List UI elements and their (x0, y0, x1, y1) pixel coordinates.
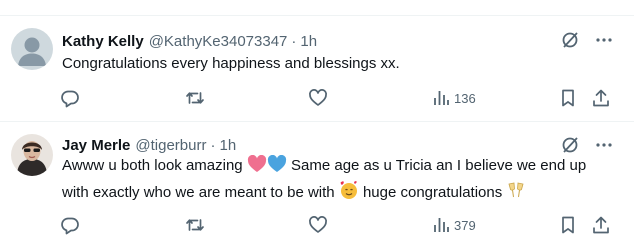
repost-icon (186, 92, 204, 104)
previous-post-divider (0, 0, 634, 16)
post-header: Jay Merle @tigerburr · 1h (62, 135, 236, 155)
post-text: Awww u both look amazing Same age as u T… (62, 154, 602, 207)
post-jay-merle[interactable]: Jay Merle @tigerburr · 1h Awww u both lo… (0, 122, 634, 249)
post-header: Kathy Kelly @KathyKe34073347 · 1h (62, 31, 317, 51)
default-avatar-icon (11, 28, 53, 70)
timestamp[interactable]: 1h (300, 33, 317, 50)
timeline: Kathy Kelly @KathyKe34073347 · 1h Congra… (0, 0, 634, 249)
views-icon (434, 218, 449, 232)
like-button[interactable] (308, 213, 328, 237)
bookmark-icon (562, 89, 574, 107)
views-button[interactable]: 379 (432, 213, 476, 237)
share-button[interactable] (591, 213, 611, 237)
bookmark-button[interactable] (558, 213, 578, 237)
author-handle[interactable]: @tigerburr (135, 137, 206, 154)
reply-button[interactable] (60, 86, 80, 110)
like-button[interactable] (308, 86, 328, 110)
post-top-actions (560, 135, 614, 155)
separator-dot: · (210, 136, 216, 154)
repost-icon (186, 219, 204, 231)
like-icon (309, 216, 327, 233)
author-name[interactable]: Jay Merle (62, 137, 130, 154)
views-button[interactable]: 136 (432, 86, 476, 110)
timestamp[interactable]: 1h (219, 137, 236, 154)
post-text-part1: Awww u both look amazing (62, 157, 247, 174)
smiling-face-with-hearts-icon (339, 180, 359, 207)
views-count: 136 (454, 90, 476, 106)
post-actions: 379 (58, 213, 618, 237)
clinking-glasses-icon (506, 180, 526, 207)
post-text-part3: huge congratulations (358, 184, 507, 201)
reply-icon (61, 90, 79, 108)
post-text: Congratulations every happiness and bles… (62, 55, 400, 72)
views-count: 379 (454, 217, 476, 233)
repost-button[interactable] (185, 86, 205, 110)
reply-icon (61, 217, 79, 235)
share-button[interactable] (591, 86, 611, 110)
repost-button[interactable] (185, 213, 205, 237)
author-name[interactable]: Kathy Kelly (62, 33, 144, 50)
bookmark-icon (562, 216, 574, 234)
share-icon (593, 89, 609, 107)
grok-icon[interactable] (560, 30, 580, 50)
like-icon (309, 89, 327, 106)
views-icon (434, 91, 449, 105)
pink-heart-icon (247, 154, 267, 180)
more-icon[interactable] (594, 30, 614, 50)
share-icon (593, 216, 609, 234)
user-photo-icon (11, 134, 53, 176)
reply-button[interactable] (60, 213, 80, 237)
bookmark-button[interactable] (558, 86, 578, 110)
post-actions: 136 (58, 86, 618, 110)
avatar[interactable] (11, 134, 53, 176)
separator-dot: · (291, 32, 297, 50)
post-top-actions (560, 30, 614, 50)
author-handle[interactable]: @KathyKe34073347 (149, 33, 288, 50)
more-icon[interactable] (594, 135, 614, 155)
grok-icon[interactable] (560, 135, 580, 155)
blue-heart-icon (267, 154, 287, 180)
avatar[interactable] (11, 28, 53, 70)
post-kathy-kelly[interactable]: Kathy Kelly @KathyKe34073347 · 1h Congra… (0, 16, 634, 122)
